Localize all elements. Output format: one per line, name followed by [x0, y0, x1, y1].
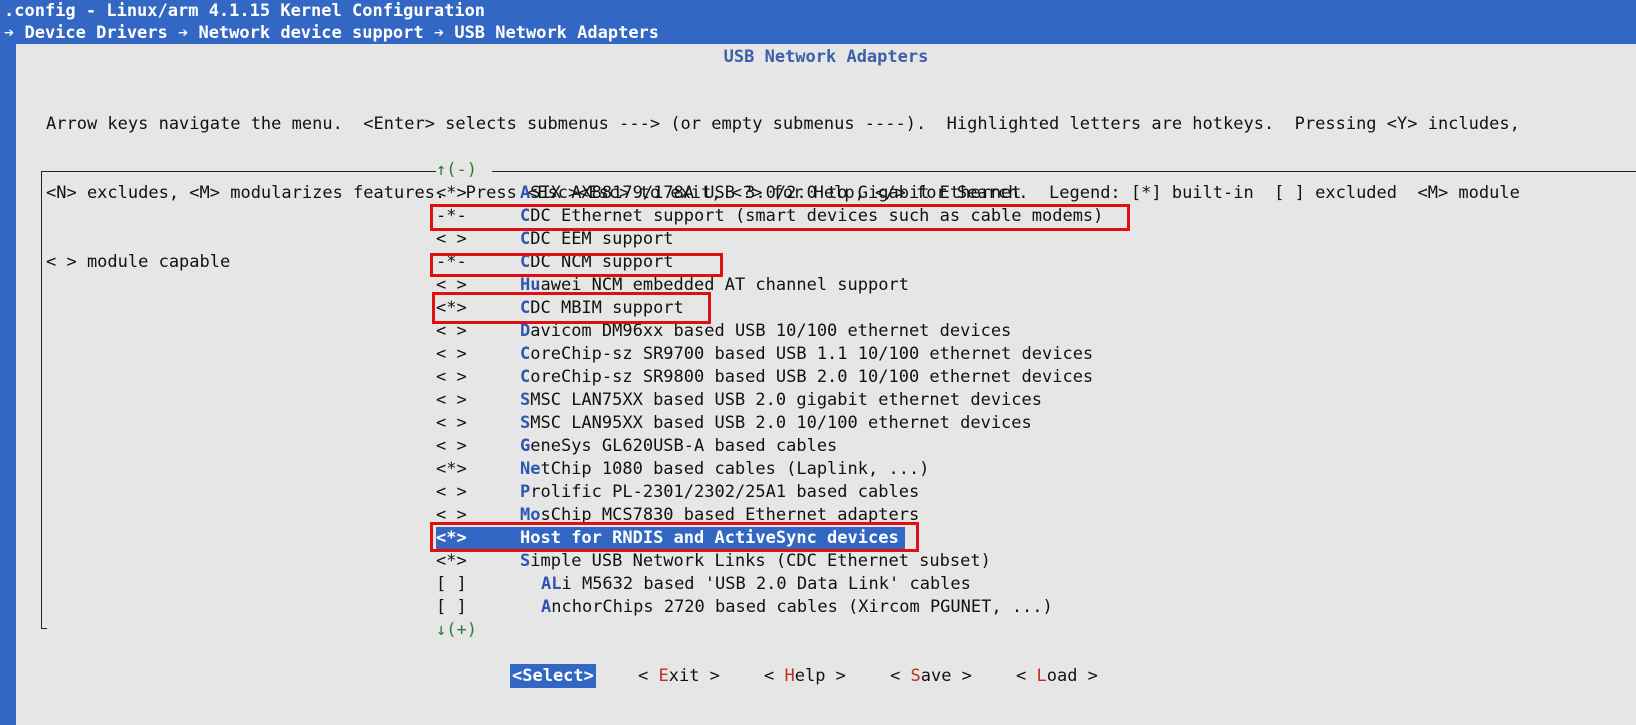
menu-item[interactable]: < > CoreChip-sz SR9700 based USB 1.1 10/1… [436, 343, 1093, 366]
load-button[interactable]: < Load > [1016, 664, 1098, 688]
item-state: < > [436, 344, 467, 364]
select-button[interactable]: <Select> [510, 664, 596, 688]
item-label-text: rolific PL-2301/2302/25A1 based cables [530, 482, 920, 502]
item-label-text: imple USB Network Links (CDC Ethernet su… [530, 551, 991, 571]
item-hotkey: AL [541, 574, 562, 594]
item-label-text: MSC LAN95XX based USB 2.0 10/100 etherne… [530, 413, 1032, 433]
menu-item[interactable]: < > SMSC LAN75XX based USB 2.0 gigabit et… [436, 389, 1042, 412]
item-hotkey: S [520, 390, 531, 410]
item-label: SMSC LAN75XX based USB 2.0 gigabit ether… [520, 390, 1042, 410]
item-label: SMSC LAN95XX based USB 2.0 10/100 ethern… [520, 413, 1032, 433]
item-hotkey: S [520, 413, 531, 433]
help-button[interactable]: < Help > [764, 664, 846, 688]
item-label: ASIX AX88179/178A USB 3.0/2.0 to Gigabit… [520, 183, 1022, 203]
item-state: [ ] [436, 574, 467, 594]
menu-item[interactable]: < > SMSC LAN95XX based USB 2.0 10/100 eth… [436, 412, 1032, 435]
annotation-box-cdc-ncm [430, 253, 723, 277]
menu-item[interactable]: <*> ASIX AX88179/178A USB 3.0/2.0 to Giga… [436, 182, 1022, 205]
item-label: CoreChip-sz SR9800 based USB 2.0 10/100 … [520, 367, 1093, 387]
help-line-3: < > module capable [46, 252, 231, 272]
item-label-text: SIX AX88179/178A USB 3.0/2.0 to Gigabit … [530, 183, 1022, 203]
menu-frame-bottom-tick [41, 628, 47, 629]
item-hotkey: C [520, 344, 531, 364]
help-line-1: Arrow keys navigate the menu. <Enter> se… [46, 114, 1520, 134]
item-hotkey: C [520, 229, 531, 249]
item-label: ALi M5632 based 'USB 2.0 Data Link' cabl… [520, 574, 971, 594]
window-title: .config - Linux/arm 4.1.15 Kernel Config… [4, 1, 486, 21]
item-hotkey: D [520, 321, 531, 341]
item-state: <*> [436, 459, 467, 479]
item-label: Simple USB Network Links (CDC Ethernet s… [520, 551, 991, 571]
item-state: < > [436, 390, 467, 410]
menu-frame-top-right [492, 171, 1636, 172]
item-state: [ ] [436, 597, 467, 617]
item-hotkey: G [520, 436, 531, 456]
item-label-text: nchorChips 2720 based cables (Xircom PGU… [551, 597, 1053, 617]
menu-item[interactable]: < > Prolific PL-2301/2302/25A1 based cabl… [436, 481, 919, 504]
item-label: GeneSys GL620USB-A based cables [520, 436, 837, 456]
item-label-text: MSC LAN75XX based USB 2.0 gigabit ethern… [530, 390, 1042, 410]
exit-button[interactable]: < Exit > [638, 664, 720, 688]
dialog-title: USB Network Adapters [723, 47, 929, 67]
item-hotkey: S [520, 551, 531, 571]
item-label: CoreChip-sz SR9700 based USB 1.1 10/100 … [520, 344, 1093, 364]
item-state: <*> [436, 183, 467, 203]
item-state: < > [436, 436, 467, 456]
menu-frame-left [41, 171, 42, 629]
item-state: < > [436, 367, 467, 387]
item-label-text: oreChip-sz SR9700 based USB 1.1 10/100 e… [530, 344, 1094, 364]
item-hotkey: P [520, 482, 531, 502]
breadcrumb: ➔ Device Drivers ➔ Network device suppor… [4, 23, 660, 43]
annotation-box-cdc-ethernet [430, 204, 1130, 231]
menuconfig-dialog: USB Network Adapters Arrow keys navigate… [16, 44, 1636, 725]
item-label: AnchorChips 2720 based cables (Xircom PG… [520, 597, 1053, 617]
item-label: NetChip 1080 based cables (Laplink, ...) [520, 459, 929, 479]
menu-frame-top [41, 171, 436, 172]
menu-item[interactable]: [ ] ALi M5632 based 'USB 2.0 Data Link' c… [436, 573, 971, 596]
scroll-down-indicator: ↓(+) [436, 620, 477, 640]
save-button[interactable]: < Save > [890, 664, 972, 688]
item-state: < > [436, 482, 467, 502]
annotation-box-rndis [430, 522, 919, 552]
menu-item[interactable]: [ ] AnchorChips 2720 based cables (Xircom… [436, 596, 1053, 619]
item-label-text: i M5632 based 'USB 2.0 Data Link' cables [561, 574, 971, 594]
item-label-text: oreChip-sz SR9800 based USB 2.0 10/100 e… [530, 367, 1094, 387]
item-label-text: avicom DM96xx based USB 10/100 ethernet … [530, 321, 1012, 341]
item-state: < > [436, 229, 467, 249]
item-state: < > [436, 413, 467, 433]
annotation-box-cdc-mbim [432, 292, 711, 324]
item-hotkey: Ne [520, 459, 541, 479]
item-label-text: tChip 1080 based cables (Laplink, ...) [540, 459, 930, 479]
scroll-up-indicator: ↑(-) [436, 160, 477, 180]
menu-item[interactable]: < > CDC EEM support [436, 228, 674, 251]
item-label-text: DC EEM support [530, 229, 674, 249]
menu-item[interactable]: < > GeneSys GL620USB-A based cables [436, 435, 837, 458]
item-hotkey: C [520, 367, 531, 387]
item-hotkey: A [541, 597, 552, 617]
item-label: Davicom DM96xx based USB 10/100 ethernet… [520, 321, 1011, 341]
item-hotkey: A [520, 183, 531, 203]
item-state: <*> [436, 551, 467, 571]
item-label-text: eneSys GL620USB-A based cables [530, 436, 838, 456]
item-label: Prolific PL-2301/2302/25A1 based cables [520, 482, 919, 502]
menu-item[interactable]: <*> Simple USB Network Links (CDC Etherne… [436, 550, 991, 573]
menu-item[interactable]: <*> NetChip 1080 based cables (Laplink, .… [436, 458, 929, 481]
menu-item[interactable]: < > CoreChip-sz SR9800 based USB 2.0 10/1… [436, 366, 1093, 389]
item-label: CDC EEM support [520, 229, 674, 249]
